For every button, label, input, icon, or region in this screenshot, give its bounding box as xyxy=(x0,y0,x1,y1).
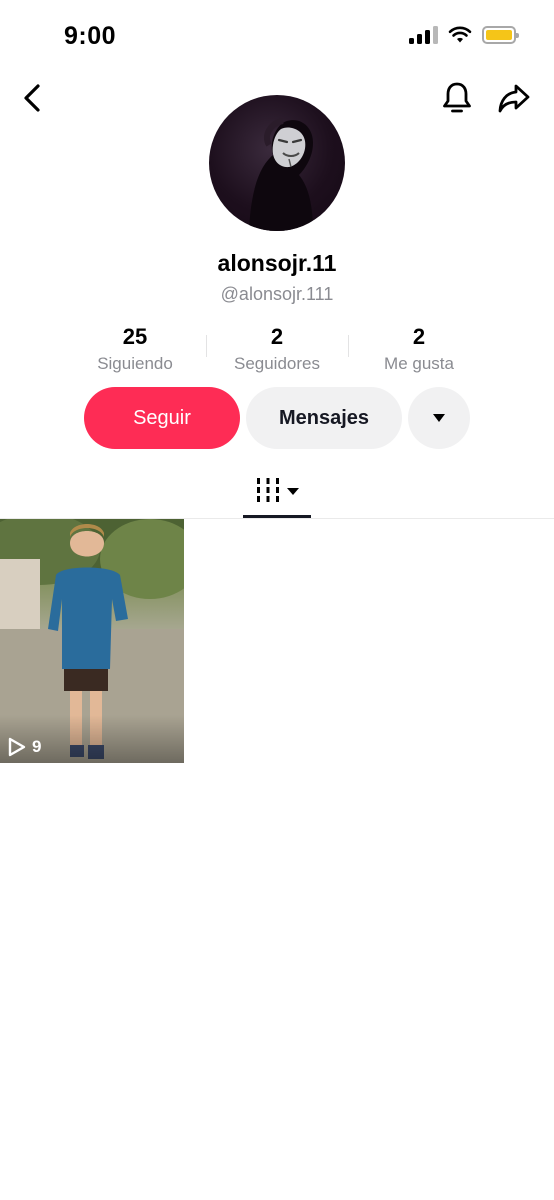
stat-following-value: 25 xyxy=(122,324,148,349)
stat-likes-value: 2 xyxy=(412,324,426,349)
video-view-count-value: 9 xyxy=(32,737,42,756)
chevron-left-icon xyxy=(24,84,40,112)
status-time: 9:00 xyxy=(64,22,117,50)
battery-icon xyxy=(482,26,519,44)
play-icon xyxy=(8,737,26,757)
video-thumbnail[interactable]: 9 xyxy=(0,519,184,763)
stat-following[interactable]: 25 Siguiendo xyxy=(64,324,206,374)
share-button[interactable] xyxy=(496,80,532,116)
grid-icon xyxy=(257,478,279,502)
stat-followers[interactable]: 2 Seguidores xyxy=(206,324,348,374)
avatar[interactable] xyxy=(209,95,345,231)
video-view-count: 9 xyxy=(8,737,41,757)
more-options-button[interactable] xyxy=(408,387,470,449)
status-bar: 9:00 xyxy=(0,0,554,74)
stat-followers-value: 2 xyxy=(270,324,284,349)
profile-display-name: alonsojr.11 xyxy=(217,250,337,276)
hooded-mask-avatar-image xyxy=(249,118,313,231)
caret-down-icon xyxy=(433,414,445,422)
status-icons xyxy=(409,26,519,44)
bell-icon xyxy=(443,82,471,113)
stat-likes-label: Me gusta xyxy=(384,354,454,373)
caret-down-icon xyxy=(287,488,299,495)
follow-button[interactable]: Seguir xyxy=(84,387,240,449)
wifi-icon xyxy=(448,26,472,43)
stat-following-label: Siguiendo xyxy=(97,354,173,373)
back-button[interactable] xyxy=(18,82,48,114)
share-arrow-icon xyxy=(498,84,530,113)
profile-handle: @alonsojr.111 xyxy=(220,284,334,304)
notification-button[interactable] xyxy=(440,80,474,116)
cellular-signal-icon xyxy=(409,26,438,44)
message-button[interactable]: Mensajes xyxy=(246,387,402,449)
stat-followers-label: Seguidores xyxy=(233,354,320,373)
stat-likes[interactable]: 2 Me gusta xyxy=(348,324,490,374)
tab-videos[interactable] xyxy=(243,472,311,518)
